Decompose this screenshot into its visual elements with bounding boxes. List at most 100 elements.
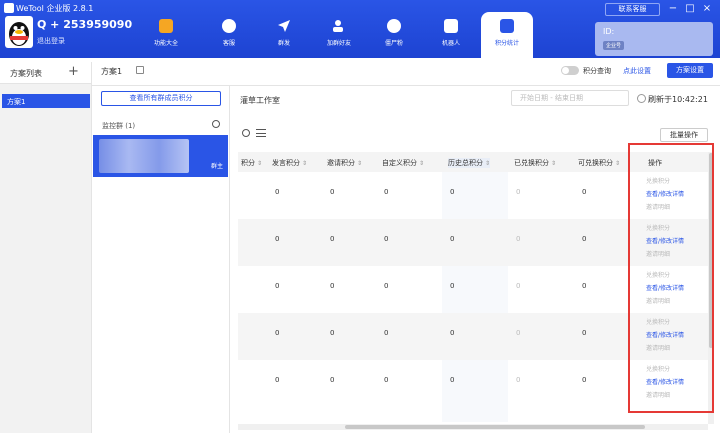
table-cell: 0 — [582, 188, 587, 196]
table-cell: 0 — [330, 329, 335, 337]
table-cell: 0 — [275, 188, 280, 196]
table-cell: 0 — [450, 282, 455, 290]
nav-zombie-fans[interactable]: 僵尸粉 — [368, 18, 420, 54]
table-cell: 0 — [582, 329, 587, 337]
invite-details-link[interactable]: 邀请明细 — [646, 248, 684, 261]
table-cell: 0 — [516, 329, 521, 337]
exchange-points-link[interactable]: 兑换积分 — [646, 316, 684, 329]
nav-label: 机器人 — [441, 40, 460, 47]
nav-points-stats[interactable]: 积分统计 — [481, 12, 533, 58]
table-cell: 0 — [275, 376, 280, 384]
table-cell: 0 — [516, 376, 521, 384]
list-icon[interactable] — [256, 129, 266, 137]
table-row: 0 0 0 0 0 0 — [238, 266, 708, 313]
table-row: 0 0 0 0 0 0 — [238, 172, 708, 219]
minimize-icon[interactable]: − — [666, 2, 680, 16]
nav-broadcast[interactable]: 群发 — [258, 18, 310, 54]
nav-label: 加群好友 — [326, 40, 351, 47]
vertical-scroll-thumb[interactable] — [709, 153, 713, 348]
send-icon — [277, 19, 291, 33]
invite-details-link[interactable]: 邀请明细 — [646, 201, 684, 214]
batch-operation-button[interactable]: 批量操作 — [660, 128, 708, 142]
column-header[interactable]: 发言积分 ⇕ — [272, 158, 307, 168]
owner-tag: 群主 — [211, 163, 224, 170]
table-cell: 0 — [450, 188, 455, 196]
robot-icon — [444, 19, 458, 33]
column-header[interactable]: 可兑换积分 ⇕ — [578, 158, 620, 168]
app-title: WeTool 企业版 2.8.1 — [16, 4, 94, 13]
column-header[interactable]: 自定义积分 ⇕ — [382, 158, 424, 168]
plan-list-title: 方案列表 — [10, 69, 42, 78]
grid-icon — [159, 19, 173, 33]
table-cell: 0 — [384, 188, 389, 196]
edit-icon[interactable] — [136, 66, 144, 74]
plan-title: 方案1 — [101, 67, 123, 76]
row-operations: 兑换积分 查看/修改详情 邀请明细 — [646, 269, 684, 308]
nav-all-features[interactable]: 功能大全 — [140, 18, 192, 54]
skull-icon — [387, 19, 401, 33]
table-cell: 0 — [516, 282, 521, 290]
nav-label: 功能大全 — [153, 40, 178, 47]
table-header: 积分 ⇕ 发言积分 ⇕ 邀请积分 ⇕ 自定义积分 ⇕ 历史总积分 ⇕ 已兑换积分 ⇕ 可兑换… — [238, 152, 708, 172]
nav-robot[interactable]: 机器人 — [425, 18, 477, 54]
invite-details-link[interactable]: 邀请明细 — [646, 342, 684, 355]
column-header: 操作 — [648, 159, 662, 167]
table-cell: 0 — [384, 376, 389, 384]
click-to-set-link[interactable]: 点此设置 — [623, 66, 651, 76]
search-icon[interactable] — [212, 120, 220, 128]
nav-label: 僵尸粉 — [384, 40, 403, 47]
refresh-button[interactable]: 刷新于10:42:21 — [637, 94, 708, 105]
nav-label: 客服 — [222, 40, 235, 47]
view-edit-details-link[interactable]: 查看/修改详情 — [646, 376, 684, 389]
search-icon[interactable] — [242, 129, 250, 137]
plan-settings-button[interactable]: 方案设置 — [667, 63, 713, 78]
table-cell: 0 — [275, 235, 280, 243]
table-cell: 0 — [384, 235, 389, 243]
id-label: ID: — [603, 27, 615, 36]
table-cell: 0 — [275, 329, 280, 337]
nav-label: 积分统计 — [494, 40, 519, 47]
view-all-members-button[interactable]: 查看所有群成员积分 — [101, 91, 221, 106]
divider — [92, 85, 720, 86]
add-plan-icon[interactable]: + — [68, 64, 79, 79]
exchange-points-link[interactable]: 兑换积分 — [646, 175, 684, 188]
table-row: 0 0 0 0 0 0 — [238, 360, 708, 407]
date-range-picker[interactable]: 开始日期 - 结束日期 — [511, 90, 629, 106]
nav-customer-service[interactable]: 客服 — [203, 18, 255, 54]
exchange-points-link[interactable]: 兑换积分 — [646, 363, 684, 376]
group-list-item[interactable]: 群主 — [93, 135, 228, 177]
horizontal-scroll-thumb[interactable] — [345, 425, 645, 429]
group-title: 灌草工作室 — [240, 96, 280, 105]
exchange-points-link[interactable]: 兑换积分 — [646, 222, 684, 235]
close-icon[interactable]: × — [700, 2, 714, 16]
points-query-toggle[interactable] — [561, 66, 579, 75]
column-header[interactable]: 已兑换积分 ⇕ — [514, 158, 556, 168]
table-cell: 0 — [330, 282, 335, 290]
logout-link[interactable]: 退出登录 — [37, 36, 65, 46]
points-query-label: 积分查询 — [583, 67, 611, 75]
table-row: 0 0 0 0 0 0 — [238, 313, 708, 360]
column-header[interactable]: 历史总积分 ⇕ — [448, 158, 491, 168]
invite-details-link[interactable]: 邀请明细 — [646, 295, 684, 308]
view-edit-details-link[interactable]: 查看/修改详情 — [646, 188, 684, 201]
table-cell: 0 — [582, 235, 587, 243]
invite-details-link[interactable]: 邀请明细 — [646, 389, 684, 402]
nav-add-friends[interactable]: 加群好友 — [313, 18, 365, 54]
avatar[interactable] — [5, 16, 33, 48]
add-user-icon — [332, 19, 346, 33]
view-edit-details-link[interactable]: 查看/修改详情 — [646, 329, 684, 342]
account-name: Q + 253959090 — [37, 18, 133, 31]
column-header[interactable]: 积分 ⇕ — [241, 158, 262, 168]
contact-support-button[interactable]: 联系客服 — [605, 3, 660, 16]
table-cell: 0 — [450, 329, 455, 337]
exchange-points-link[interactable]: 兑换积分 — [646, 269, 684, 282]
column-header[interactable]: 邀请积分 ⇕ — [327, 158, 362, 168]
view-edit-details-link[interactable]: 查看/修改详情 — [646, 282, 684, 295]
database-icon — [500, 19, 514, 33]
view-edit-details-link[interactable]: 查看/修改详情 — [646, 235, 684, 248]
plan-list-panel — [0, 84, 92, 433]
id-card: ID: 企业号 — [595, 22, 713, 56]
row-operations: 兑换积分 查看/修改详情 邀请明细 — [646, 222, 684, 261]
plan-list-item[interactable]: 方案1 — [2, 94, 90, 108]
maximize-icon[interactable]: □ — [683, 2, 697, 16]
